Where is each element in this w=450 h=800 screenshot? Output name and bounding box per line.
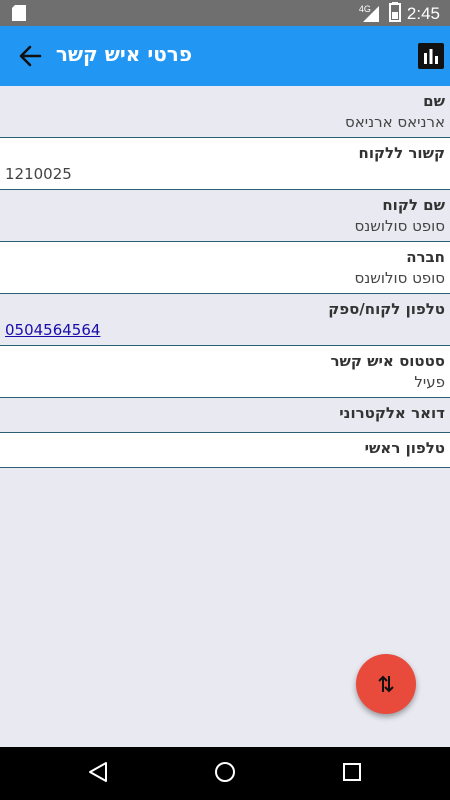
- field-value: סופט סולושנס: [354, 217, 445, 235]
- page-title: פרטי איש קשר: [55, 42, 192, 66]
- field-linked-customer: קשור ללקוח 1210025: [0, 138, 450, 190]
- field-contact-status: סטטוס איש קשר פעיל: [0, 346, 450, 398]
- field-email: דואר אלקטרוני: [0, 398, 450, 433]
- field-label: טלפון ראשי: [364, 439, 445, 457]
- field-label: טלפון לקוח/ספק: [328, 300, 445, 318]
- field-value: 0504564564: [5, 319, 445, 341]
- nav-back-button[interactable]: [86, 760, 110, 788]
- field-label: שם לקוח: [382, 196, 445, 214]
- field-value: פעיל: [414, 373, 445, 391]
- sort-fab-button[interactable]: [356, 654, 416, 714]
- field-customer-phone: טלפון לקוח/ספק 0504564564: [0, 294, 450, 346]
- chart-button[interactable]: [418, 43, 444, 69]
- nav-home-button[interactable]: [213, 760, 237, 788]
- triangle-back-icon: [89, 762, 107, 782]
- back-button[interactable]: [14, 42, 46, 70]
- bar-chart-icon: [424, 49, 438, 64]
- field-customer-name: שם לקוח סופט סולושנס: [0, 190, 450, 242]
- arrow-back-icon: [19, 45, 42, 67]
- status-bar: 4G 2:45: [0, 0, 450, 26]
- field-label: סטטוס איש קשר: [330, 352, 445, 370]
- field-value: 1210025: [5, 165, 72, 183]
- contact-details-list: שם ארניאס ארניאס קשור ללקוח 1210025 שם ל…: [0, 86, 450, 468]
- field-name: שם ארניאס ארניאס: [0, 86, 450, 138]
- battery-icon: [388, 2, 401, 26]
- field-label: חברה: [406, 248, 445, 266]
- clock: 2:45: [406, 4, 440, 23]
- phone-link[interactable]: 0504564564: [5, 321, 100, 339]
- field-value: סופט סולושנס: [354, 269, 445, 287]
- field-label: שם: [423, 92, 445, 110]
- network-signal-icon: 4G: [359, 4, 383, 24]
- square-recents-icon: [343, 763, 361, 781]
- network-type: 4G: [358, 4, 371, 14]
- sd-card-icon: [12, 5, 26, 25]
- nav-recents-button[interactable]: [340, 760, 364, 788]
- field-company: חברה סופט סולושנס: [0, 242, 450, 294]
- app-bar: פרטי איש קשר: [0, 26, 450, 86]
- field-main-phone: טלפון ראשי: [0, 433, 450, 468]
- system-nav-bar: [0, 747, 450, 800]
- field-label: קשור ללקוח: [358, 144, 445, 162]
- field-value: ארניאס ארניאס: [345, 113, 445, 131]
- field-label: דואר אלקטרוני: [339, 404, 445, 422]
- swap-vertical-icon: [378, 675, 394, 693]
- circle-home-icon: [215, 762, 235, 782]
